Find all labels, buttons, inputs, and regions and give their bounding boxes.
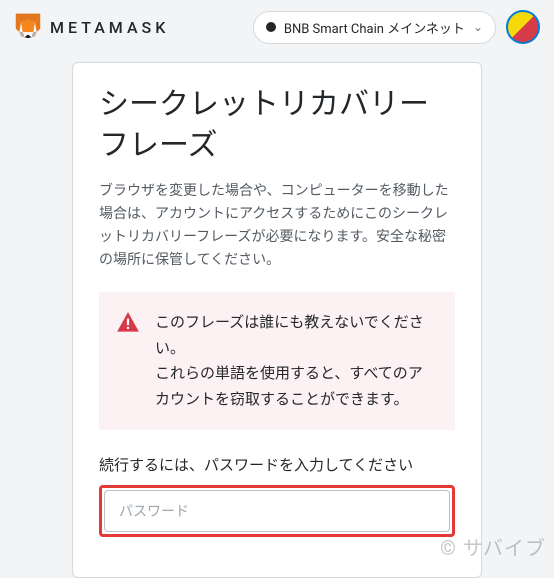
warning-icon	[115, 310, 141, 412]
app-header: METAMASK BNB Smart Chain メインネット ⌄	[0, 0, 554, 54]
account-avatar[interactable]	[506, 10, 540, 44]
password-highlight-box	[99, 485, 455, 537]
brand-name: METAMASK	[50, 18, 169, 37]
network-status-icon	[266, 22, 276, 32]
metamask-logo-icon	[14, 11, 42, 43]
warning-line-2: これらの単語を使用すると、すべてのアカウントを窃取することができます。	[155, 361, 437, 412]
network-label: BNB Smart Chain メインネット	[284, 18, 465, 37]
reveal-srp-card: シークレットリカバリーフレーズ ブラウザを変更した場合や、コンピューターを移動し…	[72, 62, 482, 578]
page-description: ブラウザを変更した場合や、コンピューターを移動した場合は、アカウントにアクセスす…	[99, 180, 455, 272]
warning-banner: このフレーズは誰にも教えないでください。 これらの単語を使用すると、すべてのアカ…	[99, 292, 455, 430]
password-input[interactable]	[104, 490, 450, 532]
brand: METAMASK	[14, 11, 169, 43]
page-title: シークレットリカバリーフレーズ	[99, 85, 455, 166]
network-selector[interactable]: BNB Smart Chain メインネット ⌄	[253, 11, 496, 44]
warning-line-1: このフレーズは誰にも教えないでください。	[155, 310, 437, 361]
warning-text: このフレーズは誰にも教えないでください。 これらの単語を使用すると、すべてのアカ…	[155, 310, 437, 412]
chevron-down-icon: ⌄	[473, 20, 483, 34]
password-prompt: 続行するには、パスワードを入力してください	[99, 454, 455, 475]
